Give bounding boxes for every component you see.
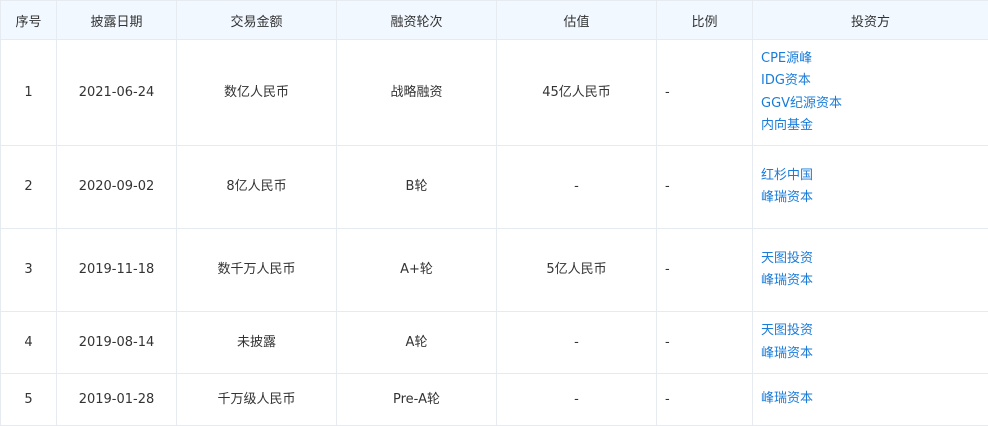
- cell-investors: 红杉中国 峰瑞资本: [752, 145, 988, 229]
- table-row: 1 2021-06-24 数亿人民币 战略融资 45亿人民币 - CPE源峰 I…: [0, 39, 988, 146]
- funding-history-table: 序号 披露日期 交易金额 融资轮次 估值 比例 投资方 1 2021-06-24…: [0, 0, 988, 426]
- table-row: 5 2019-01-28 千万级人民币 Pre-A轮 - - 峰瑞资本: [0, 373, 988, 426]
- cell-index: 2: [0, 145, 57, 229]
- cell-amount: 未披露: [176, 311, 337, 374]
- cell-round: Pre-A轮: [336, 373, 497, 426]
- cell-date: 2019-11-18: [56, 228, 177, 312]
- table-row: 2 2020-09-02 8亿人民币 B轮 - - 红杉中国 峰瑞资本: [0, 145, 988, 229]
- cell-round: B轮: [336, 145, 497, 229]
- cell-amount: 数亿人民币: [176, 39, 337, 146]
- cell-date: 2021-06-24: [56, 39, 177, 146]
- cell-valuation: 5亿人民币: [496, 228, 657, 312]
- header-amount: 交易金额: [176, 0, 337, 40]
- cell-amount: 千万级人民币: [176, 373, 337, 426]
- cell-valuation: -: [496, 145, 657, 229]
- cell-index: 1: [0, 39, 57, 146]
- cell-amount: 数千万人民币: [176, 228, 337, 312]
- cell-index: 4: [0, 311, 57, 374]
- investor-link[interactable]: GGV纪源资本: [761, 93, 980, 116]
- cell-ratio: -: [656, 373, 753, 426]
- cell-ratio: -: [656, 145, 753, 229]
- cell-index: 3: [0, 228, 57, 312]
- cell-valuation: -: [496, 373, 657, 426]
- cell-investors: CPE源峰 IDG资本 GGV纪源资本 内向基金: [752, 39, 988, 146]
- cell-amount: 8亿人民币: [176, 145, 337, 229]
- investor-link[interactable]: IDG资本: [761, 70, 980, 93]
- investor-link[interactable]: 内向基金: [761, 115, 980, 138]
- table-row: 4 2019-08-14 未披露 A轮 - - 天图投资 峰瑞资本: [0, 311, 988, 374]
- investor-link[interactable]: 峰瑞资本: [761, 187, 980, 210]
- header-index: 序号: [0, 0, 57, 40]
- cell-round: A轮: [336, 311, 497, 374]
- investor-link[interactable]: 峰瑞资本: [761, 270, 980, 293]
- header-round: 融资轮次: [336, 0, 497, 40]
- cell-round: A+轮: [336, 228, 497, 312]
- cell-index: 5: [0, 373, 57, 426]
- investor-link[interactable]: 天图投资: [761, 248, 980, 271]
- header-investors: 投资方: [752, 0, 988, 40]
- investor-link[interactable]: CPE源峰: [761, 48, 980, 71]
- table-row: 3 2019-11-18 数千万人民币 A+轮 5亿人民币 - 天图投资 峰瑞资…: [0, 228, 988, 312]
- cell-investors: 天图投资 峰瑞资本: [752, 228, 988, 312]
- header-valuation: 估值: [496, 0, 657, 40]
- header-date: 披露日期: [56, 0, 177, 40]
- cell-ratio: -: [656, 228, 753, 312]
- cell-date: 2020-09-02: [56, 145, 177, 229]
- header-ratio: 比例: [656, 0, 753, 40]
- cell-round: 战略融资: [336, 39, 497, 146]
- cell-investors: 峰瑞资本: [752, 373, 988, 426]
- investor-link[interactable]: 天图投资: [761, 320, 980, 343]
- cell-ratio: -: [656, 311, 753, 374]
- investor-link[interactable]: 峰瑞资本: [761, 388, 980, 411]
- cell-date: 2019-01-28: [56, 373, 177, 426]
- investor-link[interactable]: 峰瑞资本: [761, 343, 980, 366]
- cell-valuation: -: [496, 311, 657, 374]
- cell-ratio: -: [656, 39, 753, 146]
- cell-investors: 天图投资 峰瑞资本: [752, 311, 988, 374]
- cell-valuation: 45亿人民币: [496, 39, 657, 146]
- investor-link[interactable]: 红杉中国: [761, 165, 980, 188]
- cell-date: 2019-08-14: [56, 311, 177, 374]
- table-header-row: 序号 披露日期 交易金额 融资轮次 估值 比例 投资方: [0, 0, 988, 40]
